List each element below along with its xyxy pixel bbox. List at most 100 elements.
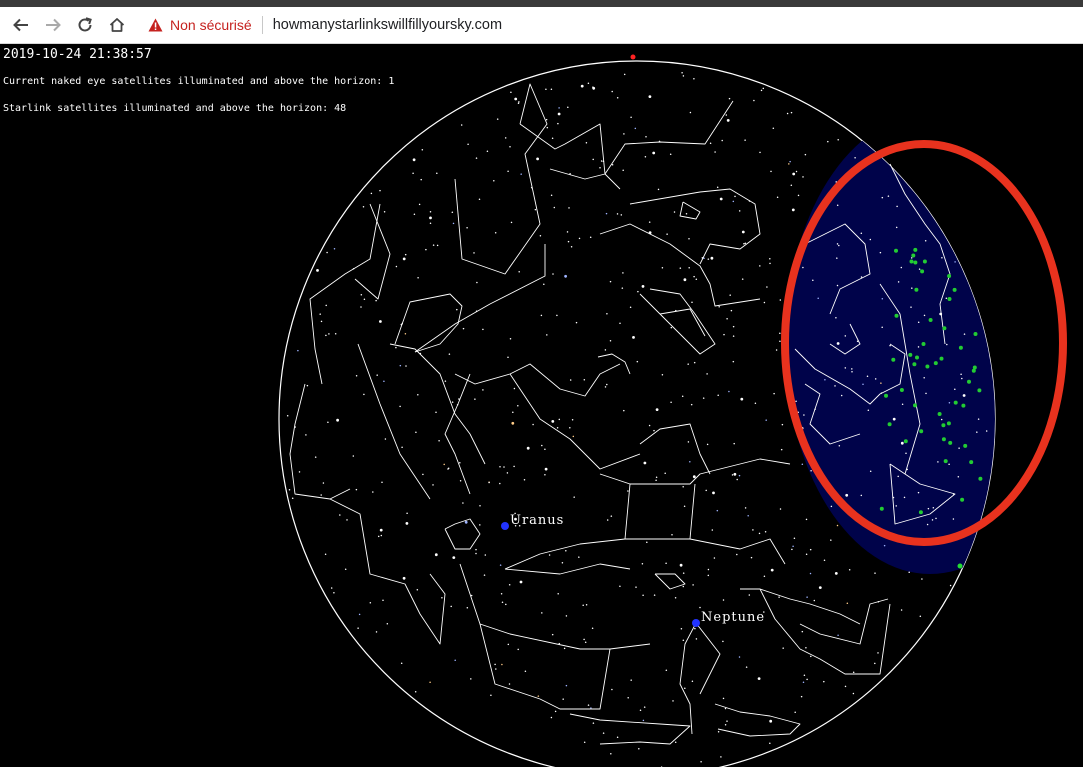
star [836,257,838,259]
star [717,394,719,397]
star [773,392,775,395]
star [731,474,734,476]
star [927,507,930,510]
star [946,343,948,346]
star [546,126,549,129]
star [638,747,640,750]
star [611,164,614,166]
starlink-satellite [891,357,896,362]
star [732,335,735,337]
star [812,279,814,281]
star [685,212,688,215]
star [641,562,644,565]
starlink-satellite [915,355,919,360]
back-arrow-icon [13,18,28,32]
star [320,320,323,323]
star [679,267,682,269]
star [552,273,554,275]
star [537,695,540,697]
uranus-marker [501,522,509,530]
star [590,707,592,709]
star [381,481,383,484]
star [844,685,847,688]
star [806,678,808,681]
datetime-readout: 2019-10-24 21:38:57 [3,47,152,62]
star [769,262,771,265]
reload-button[interactable] [72,12,98,38]
star [718,305,720,308]
star [524,670,527,672]
star [879,251,882,254]
starlink-satellite [963,443,968,448]
star [606,313,608,315]
star [800,695,803,698]
star [691,680,694,683]
star [940,418,943,421]
star [917,346,920,348]
star [517,405,519,407]
home-button[interactable] [104,12,130,38]
starlink-satellite [918,510,923,515]
star [459,461,461,464]
star [887,195,890,197]
star [379,320,382,323]
star [362,205,365,208]
star [494,232,497,234]
back-button[interactable] [8,12,34,38]
star [846,602,849,604]
star [919,615,922,618]
star [636,360,639,363]
star [805,647,807,649]
address-bar[interactable]: howmanystarlinkswillfillyoursky.com [273,17,1083,33]
star [499,482,501,485]
star [721,139,723,142]
star [776,196,779,199]
star [706,373,708,375]
site-security-indicator[interactable]: Non sécurisé [148,17,252,33]
star [399,405,401,408]
starlink-satellite [894,248,898,253]
star [794,711,796,714]
star [539,234,542,237]
star [545,88,547,91]
star [566,231,569,233]
star [506,472,509,474]
star [436,172,438,175]
star [911,287,913,289]
star [817,297,819,299]
starlink-satellite [925,364,930,369]
star [512,411,514,413]
star [758,532,761,535]
star [747,515,749,517]
star [404,253,407,256]
star [810,469,812,472]
star [325,304,327,307]
star [881,326,883,328]
star [827,140,829,143]
star [496,118,499,120]
star [575,321,578,324]
forward-button[interactable] [40,12,66,38]
star [716,509,719,512]
forward-arrow-icon [46,18,61,32]
star [544,467,548,471]
star [744,507,747,509]
star [451,401,454,403]
star [495,668,497,670]
star [630,679,632,681]
star [417,393,419,396]
star [467,143,469,146]
star [795,400,797,402]
star [544,448,546,450]
star [286,415,289,417]
star [550,88,553,90]
star [648,221,651,223]
star [429,216,432,220]
star [543,283,545,285]
star [561,562,564,564]
star [568,207,570,209]
star [556,314,558,317]
star [903,496,906,499]
star [681,72,683,74]
star [333,592,335,594]
